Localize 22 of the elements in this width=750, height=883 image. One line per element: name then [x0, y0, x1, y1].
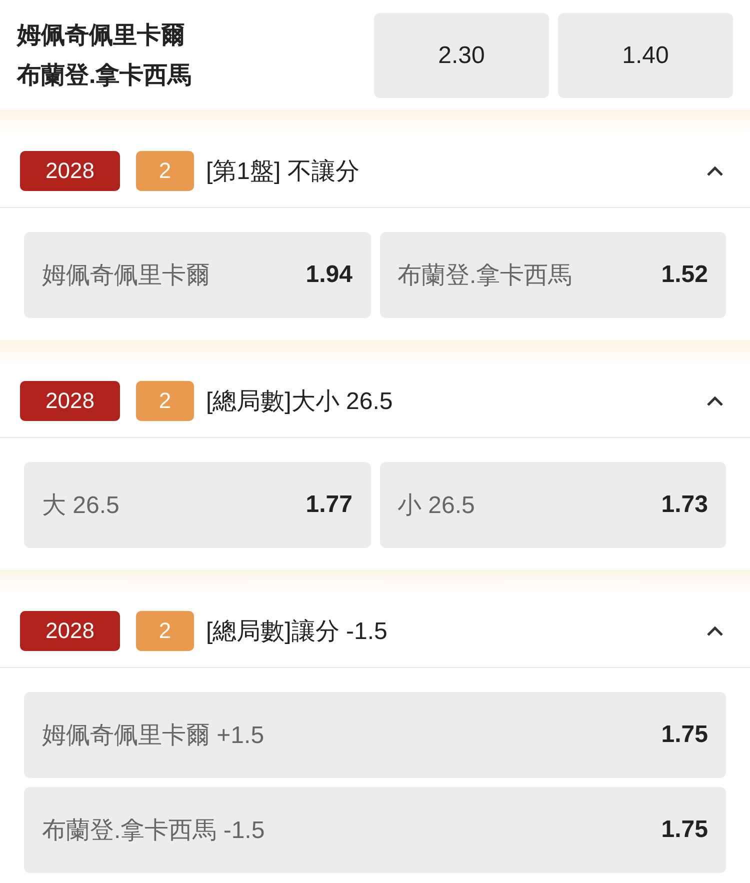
- chevron-up-icon[interactable]: [706, 165, 724, 177]
- odds-button[interactable]: 1.40: [558, 13, 733, 98]
- market-title: [總局數]讓分 -1.5: [206, 617, 388, 647]
- count-badge: 2: [136, 381, 194, 421]
- market-title: [總局數]大小 26.5: [206, 387, 394, 417]
- bet-option[interactable]: 小 26.5 1.73: [380, 462, 726, 548]
- code-badge: 2028: [20, 381, 120, 421]
- code-badge: 2028: [20, 151, 120, 191]
- code-badge: 2028: [20, 611, 120, 651]
- count-badge: 2: [136, 151, 194, 191]
- team-name: 姆佩奇佩里卡爾: [17, 22, 186, 50]
- odds-button[interactable]: 2.30: [374, 13, 549, 98]
- bet-option[interactable]: 姆佩奇佩里卡爾 1.94: [24, 232, 370, 318]
- bet-option[interactable]: 姆佩奇佩里卡爾 +1.5 1.75: [24, 692, 726, 778]
- chevron-up-icon[interactable]: [706, 625, 724, 637]
- count-badge: 2: [136, 611, 194, 651]
- market-title: [第1盤] 不讓分: [206, 157, 360, 187]
- bet-option[interactable]: 大 26.5 1.77: [24, 462, 370, 548]
- team-name: 布蘭登.拿卡西馬: [17, 62, 193, 90]
- bet-option[interactable]: 布蘭登.拿卡西馬 -1.5 1.75: [24, 787, 726, 873]
- chevron-up-icon[interactable]: [706, 395, 724, 407]
- bet-option[interactable]: 布蘭登.拿卡西馬 1.52: [380, 232, 726, 318]
